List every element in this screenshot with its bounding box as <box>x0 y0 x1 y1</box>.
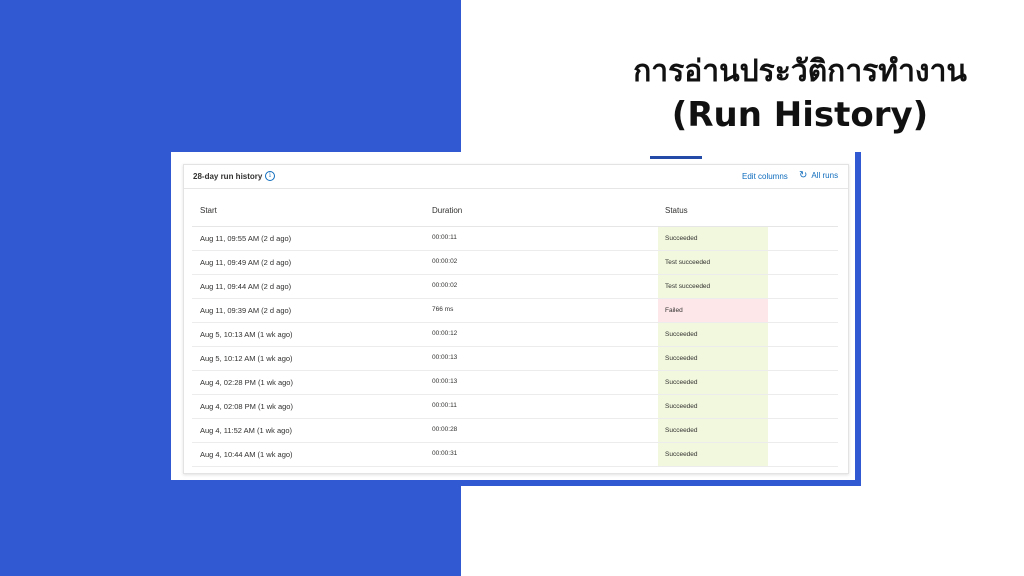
run-duration: 00:00:28 <box>432 426 458 433</box>
run-duration: 00:00:11 <box>432 234 457 241</box>
slide-title: การอ่านประวัติการทำงาน (Run History) <box>610 52 990 138</box>
panel-title: 28-day run history <box>193 172 263 181</box>
column-header-duration[interactable]: Duration <box>432 206 462 215</box>
table-row[interactable]: Aug 4, 02:08 PM (1 wk ago) 00:00:11 Succee… <box>192 395 838 419</box>
run-duration: 766 ms <box>432 306 454 313</box>
frame-accent <box>650 156 702 159</box>
run-start-time[interactable]: Aug 5, 10:12 AM (1 wk ago) <box>200 354 293 363</box>
run-duration: 00:00:12 <box>432 330 458 337</box>
table-body: Aug 11, 09:55 AM (2 d ago) 00:00:11 Succee… <box>192 227 838 467</box>
run-history-panel: 28-day run history i Edit columns ↻ All … <box>183 164 849 474</box>
run-start-time[interactable]: Aug 5, 10:13 AM (1 wk ago) <box>200 330 293 339</box>
run-status: Succeeded <box>658 371 768 394</box>
run-start-time[interactable]: Aug 4, 10:44 AM (1 wk ago) <box>200 450 293 459</box>
run-start-time[interactable]: Aug 11, 09:49 AM (2 d ago) <box>200 258 291 267</box>
run-duration: 00:00:02 <box>432 258 458 265</box>
run-start-time[interactable]: Aug 11, 09:55 AM (2 d ago) <box>200 234 291 243</box>
panel-header: 28-day run history i Edit columns ↻ All … <box>184 165 848 189</box>
run-start-time[interactable]: Aug 4, 11:52 AM (1 wk ago) <box>200 426 292 435</box>
run-duration: 00:00:11 <box>432 402 457 409</box>
run-start-time[interactable]: Aug 11, 09:44 AM (2 d ago) <box>200 282 291 291</box>
run-status: Succeeded <box>658 395 768 418</box>
slide-title-line2: (Run History) <box>671 95 929 135</box>
run-start-time[interactable]: Aug 4, 02:28 PM (1 wk ago) <box>200 378 293 387</box>
all-runs-link[interactable]: ↻ All runs <box>799 170 839 181</box>
run-status: Succeeded <box>658 419 768 442</box>
table-row[interactable]: Aug 11, 09:55 AM (2 d ago) 00:00:11 Succee… <box>192 227 838 251</box>
run-status: Succeeded <box>658 323 768 346</box>
table-row[interactable]: Aug 4, 02:28 PM (1 wk ago) 00:00:13 Succee… <box>192 371 838 395</box>
run-status: Test succeeded <box>658 275 768 298</box>
run-duration: 00:00:31 <box>432 450 458 457</box>
table-row[interactable]: Aug 4, 11:52 AM (1 wk ago) 00:00:28 Succee… <box>192 419 838 443</box>
slide-title-line1: การอ่านประวัติการทำงาน <box>633 54 967 89</box>
run-status: Succeeded <box>658 227 768 250</box>
column-header-start[interactable]: Start <box>200 206 217 215</box>
table-row[interactable]: Aug 4, 10:44 AM (1 wk ago) 00:00:31 Succee… <box>192 443 838 467</box>
run-status: Succeeded <box>658 443 768 466</box>
all-runs-label: All runs <box>811 171 839 180</box>
run-status: Test succeeded <box>658 251 768 274</box>
table-row[interactable]: Aug 5, 10:13 AM (1 wk ago) 00:00:12 Succee… <box>192 323 838 347</box>
table-header: Start Duration Status <box>192 199 838 227</box>
table-row[interactable]: Aug 11, 09:49 AM (2 d ago) 00:00:02 Test s… <box>192 251 838 275</box>
run-status: Failed <box>658 299 768 322</box>
run-start-time[interactable]: Aug 11, 09:39 AM (2 d ago) <box>200 306 291 315</box>
refresh-icon: ↻ <box>799 170 808 181</box>
run-duration: 00:00:13 <box>432 354 458 361</box>
run-status: Succeeded <box>658 347 768 370</box>
run-duration: 00:00:02 <box>432 282 458 289</box>
run-duration: 00:00:13 <box>432 378 458 385</box>
table-row[interactable]: Aug 11, 09:39 AM (2 d ago) 766 ms Failed <box>192 299 838 323</box>
column-header-status[interactable]: Status <box>665 206 688 215</box>
table-row[interactable]: Aug 11, 09:44 AM (2 d ago) 00:00:02 Test s… <box>192 275 838 299</box>
edit-columns-link[interactable]: Edit columns <box>742 172 788 181</box>
table-row[interactable]: Aug 5, 10:12 AM (1 wk ago) 00:00:13 Succee… <box>192 347 838 371</box>
info-icon[interactable]: i <box>265 171 275 181</box>
run-history-table: Start Duration Status Aug 11, 09:55 AM (… <box>192 199 838 467</box>
run-start-time[interactable]: Aug 4, 02:08 PM (1 wk ago) <box>200 402 293 411</box>
